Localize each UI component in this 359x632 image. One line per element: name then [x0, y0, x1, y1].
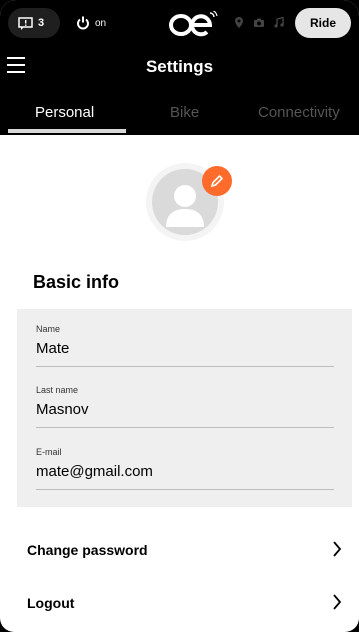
edit-avatar-button[interactable] [202, 166, 232, 196]
notifications-button[interactable]: 3 [8, 8, 60, 38]
ride-button[interactable]: Ride [295, 8, 351, 38]
basic-info-form: Name Mate Last name Masnov E-mail mate@g… [17, 309, 352, 507]
logout-label: Logout [27, 595, 75, 611]
top-bar: 3 on Ride Settings Personal Bike Connect… [0, 0, 359, 135]
header: Settings [0, 55, 359, 83]
tab-bar: Personal Bike Connectivity [0, 98, 359, 135]
email-field[interactable]: E-mail mate@gmail.com [36, 447, 334, 490]
notification-icon [18, 16, 33, 30]
chevron-right-icon [333, 594, 342, 610]
section-title: Basic info [33, 272, 120, 292]
notification-count: 3 [38, 17, 45, 29]
status-icons [234, 17, 284, 28]
last-name-field[interactable]: Last name Masnov [36, 385, 334, 428]
name-label: Name [36, 324, 61, 334]
camera-icon [254, 18, 264, 27]
power-icon [77, 16, 89, 30]
email-label: E-mail [36, 447, 62, 457]
email-value[interactable]: mate@gmail.com [36, 463, 334, 489]
tab-personal[interactable]: Personal [35, 104, 94, 121]
tab-bike[interactable]: Bike [170, 104, 199, 121]
name-value[interactable]: Mate [36, 340, 334, 366]
music-icon [274, 17, 284, 28]
change-password-label: Change password [27, 542, 148, 558]
settings-screen: 3 on Ride Settings Personal Bike Connect… [0, 0, 359, 632]
tab-connectivity[interactable]: Connectivity [258, 104, 340, 121]
last-name-label: Last name [36, 385, 79, 395]
power-toggle[interactable]: on [76, 8, 106, 38]
ae-logo-icon [169, 11, 218, 37]
power-status: on [95, 17, 107, 29]
chevron-right-icon [333, 541, 342, 557]
pencil-icon [210, 174, 224, 188]
location-icon [235, 17, 243, 28]
name-field[interactable]: Name Mate [36, 324, 334, 367]
page-title: Settings [145, 57, 214, 76]
last-name-value[interactable]: Masnov [36, 401, 334, 427]
change-password-row[interactable]: Change password [0, 536, 359, 566]
logout-row[interactable]: Logout [0, 589, 359, 619]
active-tab-indicator [8, 129, 126, 133]
status-bar: 3 on Ride [8, 8, 351, 38]
